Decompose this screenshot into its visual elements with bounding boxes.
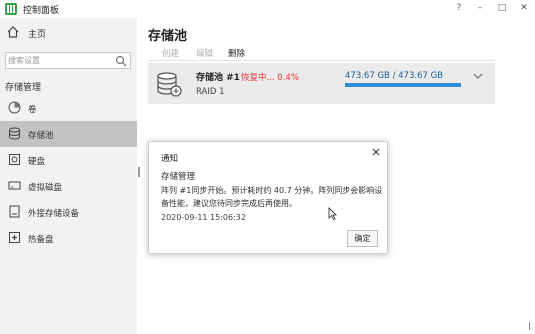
capacity-bar — [345, 83, 461, 87]
sidebar-item-label: 卷 — [28, 105, 37, 115]
control-panel-logo-icon — [5, 3, 17, 15]
virtual-disk-icon — [8, 181, 21, 190]
section-title-storage: 存储管理 — [5, 83, 42, 93]
sidebar-item-hard-disk[interactable]: 硬盘 — [0, 147, 137, 173]
window-titlebar: 控制面板 ? – □ ✕ — [0, 0, 535, 18]
window-edge-mark — [529, 322, 530, 330]
maximize-button[interactable]: □ — [492, 1, 512, 15]
help-button[interactable]: ? — [449, 1, 469, 15]
sidebar-splitter-handle[interactable] — [138, 167, 140, 177]
chevron-down-icon[interactable] — [473, 72, 483, 80]
minimize-button[interactable]: – — [470, 1, 490, 15]
mouse-cursor-icon — [328, 207, 337, 220]
sidebar-item-volume[interactable]: 卷 — [0, 95, 137, 121]
dialog-message: 阵列 #1同步开始。预计耗时约 40.7 分钟。阵列同步会影响设备性能，建议您待… — [161, 186, 383, 208]
search-box — [5, 52, 131, 69]
sidebar: 主页 存储管理 卷 存储池 硬盘 — [0, 18, 137, 334]
pool-raid-level: RAID 1 — [196, 87, 225, 97]
storage-pool-icon — [9, 127, 20, 140]
close-button[interactable]: ✕ — [514, 1, 534, 15]
hard-disk-icon — [9, 154, 20, 165]
home-icon — [7, 26, 19, 38]
pool-capacity: 473.67 GB / 473.67 GB — [345, 71, 443, 81]
close-icon[interactable] — [370, 146, 382, 158]
sidebar-item-hot-spare[interactable]: 热备盘 — [0, 225, 137, 251]
search-icon[interactable] — [115, 55, 127, 67]
external-storage-icon — [9, 205, 20, 218]
hot-spare-icon — [9, 232, 20, 243]
edit-button[interactable]: 编辑 — [196, 47, 213, 59]
capacity-bar-fill — [345, 83, 461, 87]
storage-pool-row[interactable]: 存储池 #1 恢复中... 0.4% RAID 1 473.67 GB / 47… — [148, 63, 495, 104]
delete-button[interactable]: 删除 — [228, 47, 245, 59]
ok-button[interactable]: 确定 — [347, 230, 378, 247]
pool-status: 恢复中... 0.4% — [241, 73, 299, 83]
sidebar-item-label: 存储池 — [28, 131, 54, 141]
search-input[interactable] — [8, 54, 112, 67]
sidebar-item-label: 虚拟磁盘 — [28, 183, 63, 193]
sidebar-item-virtual-disk[interactable]: 虚拟磁盘 — [0, 173, 137, 199]
window-title: 控制面板 — [23, 6, 60, 16]
pool-name: 存储池 #1 — [196, 73, 240, 83]
dialog-timestamp: 2020-09-11 15:06:32 — [161, 213, 246, 222]
page-title: 存储池 — [148, 29, 188, 44]
storage-pool-icon — [157, 72, 182, 97]
dialog-category: 存储管理 — [161, 172, 196, 182]
notification-dialog: 通知 存储管理 阵列 #1同步开始。预计耗时约 40.7 分钟。阵列同步会影响设… — [148, 141, 388, 254]
sidebar-item-external-storage[interactable]: 外接存储设备 — [0, 199, 137, 225]
dialog-title: 通知 — [161, 154, 179, 164]
sidebar-item-label: 主页 — [28, 30, 47, 40]
volume-icon — [8, 101, 21, 114]
sidebar-item-label: 热备盘 — [28, 235, 54, 245]
sidebar-item-label: 硬盘 — [28, 157, 46, 167]
toolbar-divider — [148, 60, 495, 61]
sidebar-item-home[interactable]: 主页 — [0, 23, 137, 43]
sidebar-item-label: 外接存储设备 — [28, 209, 80, 219]
sidebar-item-storage-pool[interactable]: 存储池 — [0, 121, 137, 147]
create-button[interactable]: 创建 — [162, 47, 179, 59]
